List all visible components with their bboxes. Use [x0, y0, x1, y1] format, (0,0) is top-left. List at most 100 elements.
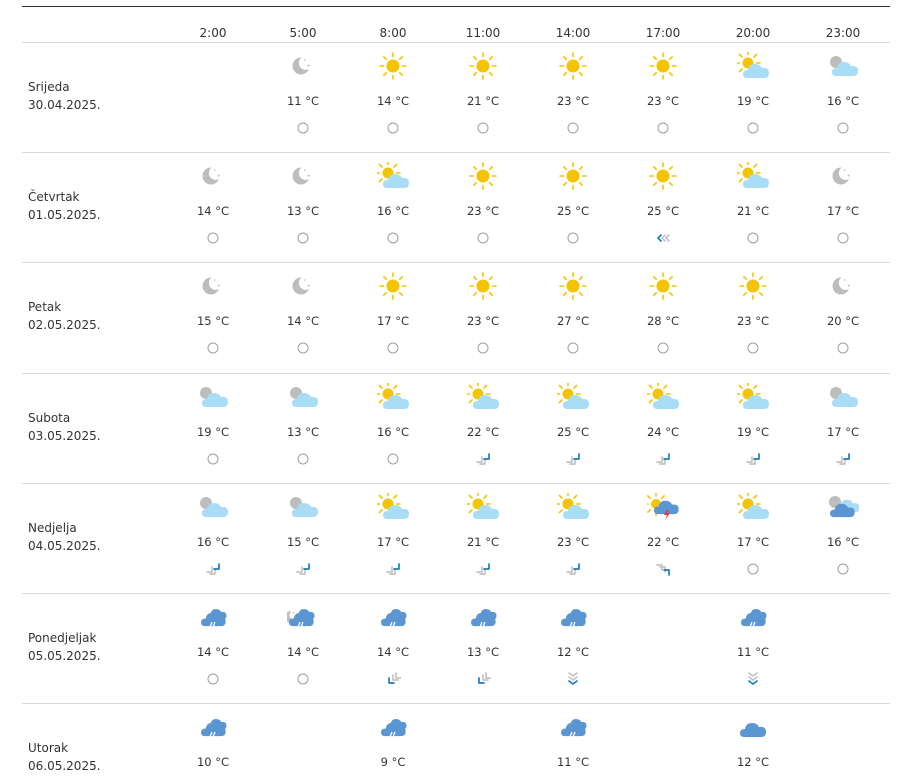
- temperature: 11 °C: [736, 645, 770, 659]
- sun-cloud-icon: [735, 491, 769, 521]
- day-label: Subota 03.05.2025.: [28, 409, 101, 445]
- sun-cloud-icon: [465, 491, 499, 521]
- day-label: Petak 02.05.2025.: [28, 298, 101, 334]
- row-divider: [22, 42, 890, 43]
- calm-wind-icon: [205, 340, 221, 356]
- temperature: 17 °C: [736, 535, 770, 549]
- calm-wind-icon: [835, 340, 851, 356]
- temperature: 23 °C: [556, 535, 590, 549]
- moon-icon: [197, 272, 229, 300]
- calm-wind-icon: [835, 230, 851, 246]
- sun-cloud-icon: [375, 381, 409, 411]
- moon-icon: [197, 162, 229, 190]
- calm-wind-icon: [295, 340, 311, 356]
- sun-icon: [467, 162, 499, 190]
- sun-cloud-icon: [735, 50, 769, 80]
- sun-cloud-icon: [645, 381, 679, 411]
- sun-icon: [647, 52, 679, 80]
- wind-direction-icon: [385, 671, 402, 687]
- temperature: 23 °C: [466, 314, 500, 328]
- calm-wind-icon: [295, 120, 311, 136]
- temperature: 23 °C: [736, 314, 770, 328]
- sun-cloud-icon: [735, 160, 769, 190]
- day-name: Utorak: [28, 741, 69, 755]
- temperature: 24 °C: [646, 425, 680, 439]
- day-date: 30.04.2025.: [28, 98, 101, 112]
- temperature: 17 °C: [826, 425, 860, 439]
- temperature: 17 °C: [376, 535, 410, 549]
- temperature: 16 °C: [826, 94, 860, 108]
- temperature: 23 °C: [646, 94, 680, 108]
- calm-wind-icon: [565, 230, 581, 246]
- time-header: 2:00: [199, 26, 227, 40]
- wind-direction-icon: [295, 561, 311, 577]
- temperature: 20 °C: [826, 314, 860, 328]
- time-header: 14:00: [555, 26, 591, 40]
- rain-cloud-icon: [377, 603, 409, 631]
- calm-wind-icon: [295, 230, 311, 246]
- temperature: 14 °C: [376, 645, 410, 659]
- wind-direction-icon: [745, 451, 761, 467]
- day-date: 01.05.2025.: [28, 208, 101, 222]
- temperature: 13 °C: [466, 645, 500, 659]
- moon-icon: [827, 162, 859, 190]
- calm-wind-icon: [385, 340, 401, 356]
- temperature: 9 °C: [380, 755, 406, 769]
- temperature: 19 °C: [196, 425, 230, 439]
- calm-wind-icon: [205, 451, 221, 467]
- moon-icon: [287, 162, 319, 190]
- wind-direction-icon: [205, 561, 221, 577]
- day-date: 05.05.2025.: [28, 649, 101, 663]
- temperature: 17 °C: [826, 204, 860, 218]
- sun-icon: [557, 52, 589, 80]
- temperature: 12 °C: [736, 755, 770, 769]
- sun-cloud-icon: [555, 381, 589, 411]
- temperature: 21 °C: [736, 204, 770, 218]
- temperature: 16 °C: [376, 204, 410, 218]
- moon-cloud-icon: [827, 52, 859, 80]
- day-name: Nedjelja: [28, 521, 77, 535]
- day-label: Srijeda 30.04.2025.: [28, 78, 101, 114]
- temperature: 19 °C: [736, 94, 770, 108]
- wind-direction-icon: [565, 451, 581, 467]
- calm-wind-icon: [835, 561, 851, 577]
- wind-direction-icon: [475, 561, 491, 577]
- sun-cloud-icon: [375, 160, 409, 190]
- calm-wind-icon: [655, 340, 671, 356]
- temperature: 16 °C: [826, 535, 860, 549]
- moon-cloud-icon: [197, 383, 229, 411]
- wind-direction-icon: [565, 671, 581, 687]
- moon-icon: [287, 272, 319, 300]
- sun-icon: [467, 272, 499, 300]
- rain-cloud-icon: [197, 713, 229, 741]
- temperature: 19 °C: [736, 425, 770, 439]
- calm-wind-icon: [655, 120, 671, 136]
- temperature: 13 °C: [286, 204, 320, 218]
- sun-icon: [467, 52, 499, 80]
- day-name: Ponedjeljak: [28, 631, 97, 645]
- sun-icon: [377, 52, 409, 80]
- wind-direction-icon: [745, 671, 761, 687]
- row-divider: [22, 152, 890, 153]
- temperature: 15 °C: [196, 314, 230, 328]
- calm-wind-icon: [385, 230, 401, 246]
- day-date: 06.05.2025.: [28, 759, 101, 773]
- calm-wind-icon: [835, 120, 851, 136]
- sun-cloud-icon: [555, 491, 589, 521]
- temperature: 25 °C: [556, 425, 590, 439]
- temperature: 11 °C: [286, 94, 320, 108]
- day-name: Srijeda: [28, 80, 70, 94]
- day-date: 04.05.2025.: [28, 539, 101, 553]
- calm-wind-icon: [295, 671, 311, 687]
- day-label: Četvrtak 01.05.2025.: [28, 188, 101, 224]
- moon-icon: [287, 52, 319, 80]
- wind-direction-icon: [565, 561, 581, 577]
- day-date: 03.05.2025.: [28, 429, 101, 443]
- row-divider: [22, 593, 890, 594]
- moon-cloud-icon: [827, 383, 859, 411]
- calm-wind-icon: [565, 340, 581, 356]
- rain-cloud-icon: [557, 713, 589, 741]
- calm-wind-icon: [385, 451, 401, 467]
- temperature: 15 °C: [286, 535, 320, 549]
- rain-cloud-icon: [467, 603, 499, 631]
